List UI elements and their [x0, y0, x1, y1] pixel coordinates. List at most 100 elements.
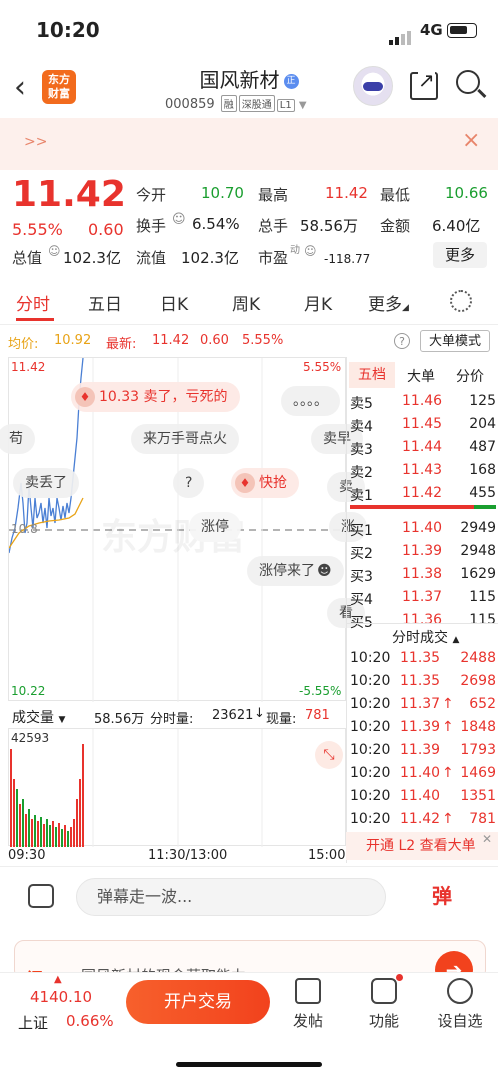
gear-icon[interactable]	[450, 290, 472, 312]
open-l2-button[interactable]: 开通 L2 查看大单	[346, 832, 498, 860]
trade-row: 10:20 11.40 1351	[350, 788, 496, 804]
stock-code: 000859	[165, 97, 215, 112]
current-volume-label: 现量:	[266, 712, 297, 727]
stat-label: 换手	[136, 217, 167, 235]
info-icon[interactable]: ☺	[172, 212, 186, 227]
avg-label: 均价:	[8, 337, 39, 352]
volume-dropdown[interactable]: 成交量 ▼	[12, 707, 65, 727]
danmu-input[interactable]: 弹幕走一波...	[76, 878, 386, 916]
danmu-settings-icon[interactable]	[28, 884, 54, 908]
status-time: 10:20	[36, 18, 100, 42]
danmu-bubble[interactable]: ♦ 快抢	[231, 468, 299, 498]
ask-row[interactable]: 卖3 11.44 487	[348, 439, 496, 461]
ask-row[interactable]: 卖1 11.42 455	[348, 485, 496, 507]
close-icon[interactable]: ✕	[482, 832, 492, 846]
bid-row[interactable]: 买3 11.38 1629	[348, 566, 496, 588]
big-order-mode-button[interactable]: 大单模式	[420, 330, 490, 352]
info-icon[interactable]: ☺	[304, 244, 317, 258]
bid-row[interactable]: 买4 11.37 115	[348, 589, 496, 611]
nav-add-favorite[interactable]: 设自选	[430, 978, 490, 1031]
stat-value: 6.40亿	[432, 217, 481, 235]
axis-bottom-price: 10.22	[11, 684, 46, 698]
stock-code-line: 000859 融深股通 L1 ▼	[165, 95, 307, 112]
danmu-bubble[interactable]: 来万手哥点火	[131, 424, 239, 454]
tab-intraday[interactable]: 分时	[16, 290, 50, 315]
send-danmu-button[interactable]: 弹	[432, 880, 468, 916]
danmu-bubble[interactable]: 苟	[0, 424, 35, 454]
tab-weekly-k[interactable]: 周K	[232, 290, 260, 315]
home-indicator	[176, 1062, 322, 1067]
close-icon[interactable]: ×	[462, 128, 480, 153]
danmu-bubble[interactable]: 卖丢了	[13, 468, 79, 498]
stat-label: 市盈	[258, 249, 289, 267]
caret-down-icon[interactable]: ▼	[299, 100, 307, 111]
ask-row[interactable]: 卖4 11.45 204	[348, 416, 496, 438]
stat-label: 流值	[136, 249, 167, 267]
bid-row[interactable]: 买2 11.39 2948	[348, 543, 496, 565]
ask-row[interactable]: 卖2 11.43 168	[348, 462, 496, 484]
help-icon[interactable]: ?	[394, 333, 410, 349]
time-axis-start: 09:30	[8, 848, 46, 863]
danmu-bubble[interactable]: 涨停来了 ☻	[247, 556, 344, 586]
index-up-icon: ▲	[54, 974, 62, 985]
latest-value: 11.42	[152, 333, 190, 348]
search-icon[interactable]	[456, 70, 480, 94]
stat-value: 11.42	[325, 184, 368, 202]
share-icon[interactable]	[410, 68, 438, 100]
more-button[interactable]: 更多	[433, 242, 487, 268]
expand-icon[interactable]: ⤡	[315, 741, 343, 769]
signal-icon	[389, 26, 413, 45]
avg-value: 10.92	[54, 333, 92, 348]
notice-banner[interactable]: >> ×	[0, 118, 498, 170]
banner-arrows: >>	[24, 134, 48, 150]
status-bar: 10:20 4G	[0, 0, 498, 60]
latest-change: 0.60	[200, 333, 229, 348]
battery-icon	[447, 23, 477, 38]
danmu-bubble[interactable]: ♦ 10.33 卖了，亏死的	[71, 382, 240, 412]
index-pct[interactable]: 0.66%	[66, 1012, 114, 1030]
nav-post[interactable]: 发帖	[278, 978, 338, 1031]
stat-label: 金额	[380, 217, 411, 235]
tab-five-levels[interactable]: 五档	[349, 362, 395, 388]
tab-monthly-k[interactable]: 月K	[304, 290, 332, 315]
danmu-bubble[interactable]: 。。。。	[281, 386, 340, 416]
current-volume: 781	[305, 708, 330, 723]
robot-avatar[interactable]	[353, 66, 393, 106]
dynamic-superscript: 动	[290, 245, 300, 256]
divider	[0, 866, 498, 867]
divider	[346, 357, 347, 863]
tab-price-distribution[interactable]: 分价	[456, 366, 484, 386]
tab-daily-k[interactable]: 日K	[160, 290, 188, 315]
stat-value: 10.66	[445, 184, 488, 202]
volume-chart[interactable]: 42593 ⤡	[8, 728, 346, 847]
stat-value: 6.54%	[192, 215, 240, 233]
intraday-chart[interactable]: 东方财富 11.42 5.55% 10.22 -5.55% 10.8 ♦ 10.3…	[0, 357, 367, 702]
tab-more[interactable]: 更多◢	[368, 290, 409, 315]
divider	[346, 623, 498, 624]
tab-big-orders[interactable]: 大单	[407, 366, 435, 386]
tab-five-day[interactable]: 五日	[88, 290, 122, 315]
down-arrow-icon: ↓	[254, 706, 265, 721]
volume-bars	[10, 744, 84, 847]
stat-value: 10.70	[201, 184, 244, 202]
change-pct: 5.55%	[12, 220, 63, 239]
ask-row[interactable]: 卖5 11.46 125	[348, 393, 496, 415]
trades-title[interactable]: 分时成交 ▲	[392, 627, 459, 647]
tag-connect: 深股通	[238, 95, 275, 112]
bid-row[interactable]: 买1 11.40 2949	[348, 520, 496, 542]
nav-functions[interactable]: 功能	[354, 974, 414, 1031]
info-icon[interactable]: ☺	[48, 244, 61, 258]
trade-row: 10:20 11.35 2698	[350, 673, 496, 689]
grid-icon	[371, 974, 403, 1004]
open-account-trade-button[interactable]: 开户交易	[126, 980, 270, 1024]
divider	[0, 324, 498, 325]
index-name[interactable]: 上证	[18, 1012, 48, 1033]
index-value[interactable]: 4140.10	[30, 988, 92, 1006]
stat-value: 102.3亿	[63, 249, 121, 267]
danmu-bubble[interactable]: 涨停	[189, 512, 241, 542]
time-volume: 23621	[212, 708, 254, 723]
volume-total: 58.56万	[94, 712, 145, 727]
stat-label: 总值	[12, 249, 43, 267]
latest-label: 最新:	[106, 337, 137, 352]
trade-row: 10:20 11.37 ↑ 652	[350, 696, 496, 712]
